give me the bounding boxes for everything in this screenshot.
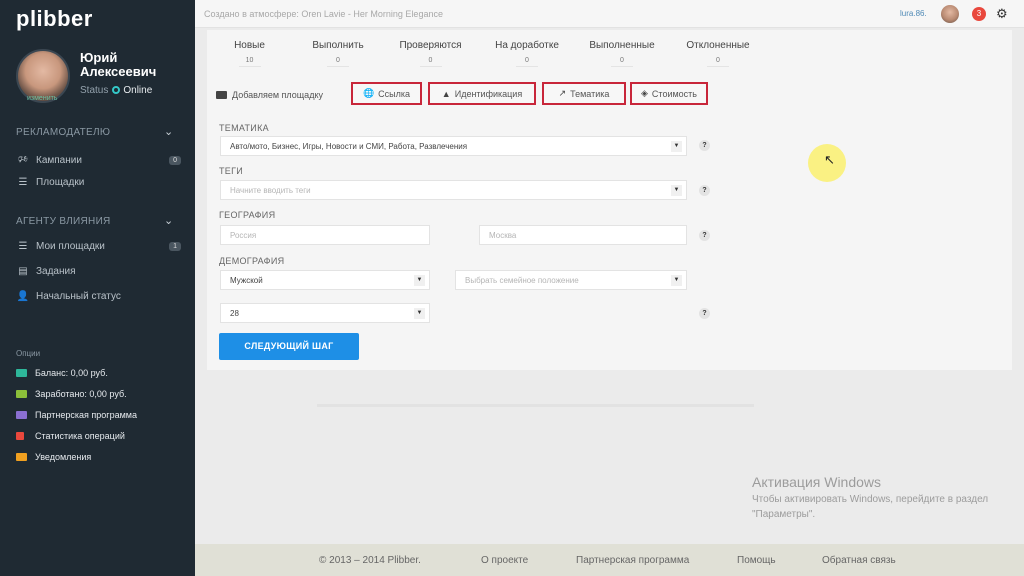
caret-down-icon: ▼ [671,275,682,286]
main-card: Новые 10 Выполнить 0 Проверяются 0 На до… [207,30,1012,370]
sidebar-item-campaigns[interactable]: 🕫 Кампании 0 [16,152,181,169]
document-icon: ▤ [18,266,28,277]
top-bar: Создано в атмосфере: Oren Lavie - Her Mo… [195,0,1024,28]
wallet-icon [16,369,27,377]
help-icon[interactable]: ? [699,230,710,241]
help-icon[interactable]: ? [699,308,710,319]
online-dot-icon [112,86,121,94]
logo[interactable]: plibber [0,0,195,37]
help-icon[interactable]: ? [699,185,710,196]
sidebar-item-tasks[interactable]: ▤ Задания [16,266,181,277]
caret-down-icon: ▼ [671,185,682,196]
marital-select[interactable]: Выбрать семейное положение ▼ [455,270,687,290]
sidebar-item-my-sites[interactable]: ☰ Мои площадки 1 [16,241,181,252]
age-select[interactable]: 28 ▼ [220,303,430,323]
options-title: Опции [16,349,41,358]
footer-link-feedback[interactable]: Обратная связь [822,555,896,566]
top-username[interactable]: lura.86. [900,9,927,18]
help-icon[interactable]: ? [699,140,710,151]
stat-completed[interactable]: Выполненные 0 [583,40,661,67]
list-icon: ☰ [18,241,28,252]
money-icon [16,390,27,398]
footer-link-about[interactable]: О проекте [481,555,528,566]
notification-badge[interactable]: 3 [972,7,986,21]
gender-select[interactable]: Мужской ▼ [220,270,430,290]
footer: © 2013 – 2014 Plibber. О проекте Партнер… [195,544,1024,576]
windows-activation-text: Чтобы активировать Windows, перейдите в … [752,494,989,520]
tab-identification[interactable]: ▲ Идентификация [428,82,536,105]
chevron-down-icon: ⌄ [164,215,174,227]
sidebar: plibber Юрий Алексеевич Status Online изм… [0,0,195,576]
stat-rejected[interactable]: Отклоненные 0 [679,40,757,67]
globe-icon: 🌐 [362,88,375,98]
footer-copyright: © 2013 – 2014 Plibber. [319,555,421,566]
stat-to-do[interactable]: Выполнить 0 [303,40,373,67]
list-icon: ☰ [18,177,28,188]
country-input[interactable]: Россия [220,225,430,245]
wizard-tabs: Добавляем площадку 🌐 Ссылка ▲ Идентифика… [207,82,1012,112]
top-avatar[interactable] [941,5,959,23]
tab-cost[interactable]: ◈ Стоимость [630,82,708,105]
change-avatar-link[interactable]: изменить [27,95,57,102]
caret-down-icon: ▼ [414,308,425,319]
demography-label: ДЕМОГРАФИЯ [219,256,285,266]
tab-link[interactable]: 🌐 Ссылка [351,82,422,105]
user-name: Юрий Алексеевич [80,50,157,79]
chart-icon: ↗ [558,88,567,98]
count-badge: 0 [169,156,181,165]
stat-new[interactable]: Новые 10 [222,40,277,67]
gear-icon[interactable]: ⚙ [996,6,1008,22]
stats-icon [16,432,24,440]
tags-label: ТЕГИ [219,166,244,176]
count-badge: 1 [169,242,181,251]
footer-link-help[interactable]: Помощь [737,555,776,566]
section-advertiser[interactable]: РЕКЛАМОДАТЕЛЮ ⌄ [16,126,173,138]
tab-theme[interactable]: ↗ Тематика [542,82,626,105]
sidebar-item-sites[interactable]: ☰ Площадки [16,177,181,188]
theme-label: ТЕМАТИКА [219,123,269,133]
megaphone-icon: 🕫 [18,154,28,165]
stat-rework[interactable]: На доработке 0 [487,40,567,67]
user-status: Status Online [80,85,153,96]
chevron-down-icon: ⌄ [164,126,174,138]
divider [317,404,754,407]
hat-icon: ▲ [441,88,451,99]
section-agent[interactable]: АГЕНТУ ВЛИЯНИЯ ⌄ [16,215,173,227]
sidebar-item-initial-status[interactable]: 👤 Начальный статус [16,291,181,302]
now-playing-text: Создано в атмосфере: Oren Lavie - Her Mo… [204,9,443,19]
city-input[interactable]: Москва [479,225,687,245]
option-notifications[interactable]: Уведомления [16,452,91,462]
footer-link-partner[interactable]: Партнерская программа [576,555,689,566]
option-stats[interactable]: Статистика операций [16,431,125,441]
stat-checking[interactable]: Проверяются 0 [393,40,468,67]
bell-icon [16,453,27,461]
tab-add-site[interactable]: Добавляем площадку [216,90,323,100]
tag-icon: ◈ [641,88,648,98]
tags-input[interactable]: Начните вводить теги ▼ [220,180,687,200]
option-partner[interactable]: Партнерская программа [16,410,137,420]
user-icon: 👤 [16,291,30,302]
caret-down-icon: ▼ [671,141,682,152]
video-icon [216,91,227,99]
caret-down-icon: ▼ [414,275,425,286]
option-balance[interactable]: Баланс: 0,00 руб. [16,368,108,378]
geography-label: ГЕОГРАФИЯ [219,210,276,220]
theme-select[interactable]: Авто/мото, Бизнес, Игры, Новости и СМИ, … [220,136,687,156]
partner-icon [16,411,27,419]
next-step-button[interactable]: СЛЕДУЮЩИЙ ШАГ [219,333,359,360]
mouse-cursor-icon: ↖ [824,152,835,167]
option-earned[interactable]: Заработано: 0,00 руб. [16,389,127,399]
windows-activation-title: Активация Windows [752,474,882,490]
